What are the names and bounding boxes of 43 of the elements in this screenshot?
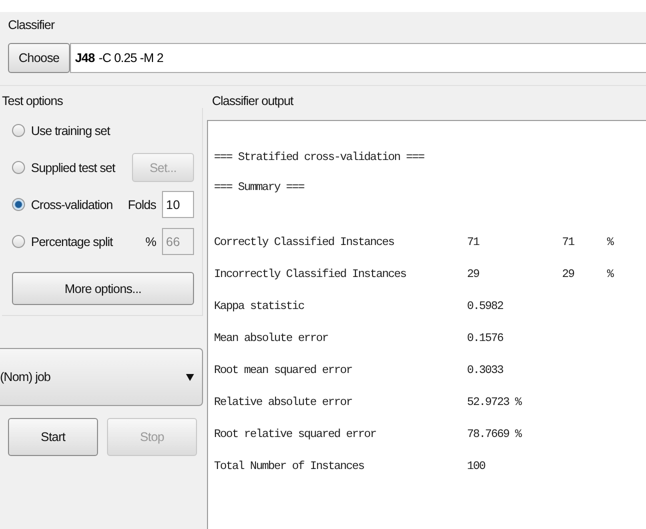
more-options-button[interactable]: More options... xyxy=(12,272,194,305)
stat-percent: 71 xyxy=(562,235,576,251)
option-label: Cross-validation xyxy=(31,198,114,212)
stat-value: 0.5982 xyxy=(467,299,504,315)
percent-sign: % xyxy=(607,267,615,283)
class-dropdown[interactable]: (Nom) job xyxy=(0,348,203,406)
stat-label: Root relative squared error xyxy=(214,427,378,443)
option-label: Supplied test set xyxy=(31,160,116,174)
choose-button[interactable]: Choose xyxy=(8,43,70,73)
stat-label: Total Number of Instances xyxy=(214,459,366,475)
classifier-name: J48 xyxy=(75,51,95,65)
stat-label: Incorrectly Classified Instances xyxy=(214,267,408,283)
field-label: Folds xyxy=(128,198,156,212)
output-line: === Stratified cross-validation === xyxy=(214,150,426,166)
stat-label: Root mean squared error xyxy=(214,363,354,379)
stat-label: Mean absolute error xyxy=(214,331,330,347)
stat-value: 52.9723 % xyxy=(467,395,523,411)
stat-value: 29 xyxy=(467,267,480,283)
dropdown-value: (Nom) job xyxy=(0,370,50,384)
input-field[interactable]: 10 xyxy=(162,191,194,218)
caret-icon xyxy=(186,374,194,380)
test-options-title: Test options xyxy=(1,94,64,108)
radio-button[interactable] xyxy=(12,198,25,211)
classifier-options: -C 0.25 -M 2 xyxy=(98,51,164,65)
action-button[interactable]: Start xyxy=(8,418,98,456)
stat-label: Correctly Classified Instances xyxy=(214,235,396,251)
stat-value: 100 xyxy=(467,459,486,475)
stat-value: 71 xyxy=(467,235,480,251)
option-label: Use training set xyxy=(31,124,112,138)
stat-label: Kappa statistic xyxy=(214,299,306,315)
classifier-field[interactable]: J48 -C 0.25 -M 2 xyxy=(70,43,646,73)
stat-value: 0.3033 xyxy=(467,363,504,379)
stat-percent: 29 xyxy=(562,267,576,283)
output-line: === Summary === xyxy=(214,180,306,196)
percent-sign: % xyxy=(607,235,615,251)
stat-value: 0.1576 xyxy=(467,331,504,347)
output-title: Classifier output xyxy=(211,94,294,108)
radio-button[interactable] xyxy=(12,124,25,137)
stat-label: Relative absolute error xyxy=(214,395,354,411)
stat-value: 78.7669 % xyxy=(467,427,523,443)
field-label: % xyxy=(145,234,156,248)
option-label: Percentage split xyxy=(31,234,114,248)
classifier-title: Classifier xyxy=(8,18,54,32)
